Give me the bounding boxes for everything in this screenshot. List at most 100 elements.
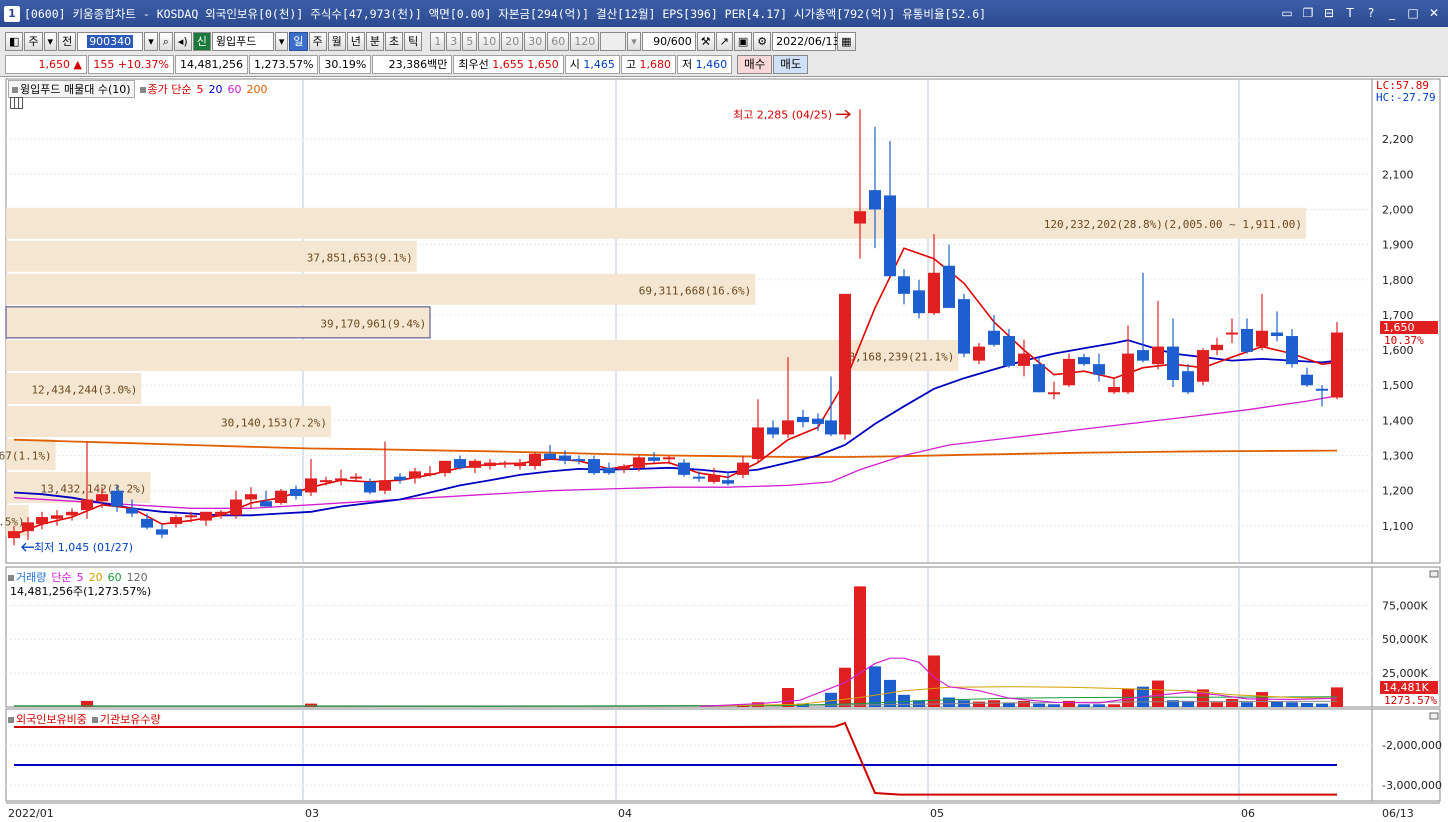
candle-body (22, 522, 34, 532)
save-icon[interactable]: ▣ (733, 31, 753, 51)
period-minute[interactable]: 분 (365, 31, 384, 51)
price-tick-label: 1,400 (1382, 414, 1414, 427)
ma5-legend: 5 (196, 82, 204, 96)
foreign-legend-item[interactable]: 외국인보유비중 (8, 711, 87, 727)
table-toggle-icon[interactable] (10, 97, 23, 109)
volume-bar (1018, 700, 1030, 707)
ma-legend[interactable]: 종가 단순 (139, 81, 192, 97)
period-week[interactable]: 주 (308, 31, 327, 51)
high-annotation: 최고 2,285 (04/25) (733, 108, 832, 121)
volume-bar (1108, 704, 1120, 707)
sell-button[interactable]: 매도 (773, 54, 809, 74)
close-icon[interactable]: ✕ (1426, 5, 1442, 21)
period-tick[interactable]: 틱 (404, 31, 423, 51)
volume-pct-tag: 1273.57% (1384, 694, 1437, 707)
text-icon[interactable]: T (1342, 5, 1358, 21)
interval-1[interactable]: 1 (430, 31, 446, 51)
profile-legend[interactable]: 윙입푸드 매물대 수(10) (8, 80, 135, 98)
volume-bar (839, 667, 851, 707)
candle-body (1063, 358, 1075, 386)
ma-legend-label: 종가 단순 (147, 83, 192, 96)
candle-body (973, 346, 985, 361)
institution-legend-item[interactable]: 기관보유수량 (91, 711, 161, 727)
price-tick-label: 1,300 (1382, 450, 1414, 463)
search-icon[interactable]: ⌕ (158, 31, 173, 51)
profile-legend-label: 윙입푸드 매물대 수(10) (20, 83, 131, 96)
candle-body (335, 478, 347, 481)
interval-120[interactable]: 120 (570, 31, 600, 51)
volume-bar (1003, 702, 1015, 707)
period-month[interactable]: 월 (327, 31, 346, 51)
candle-body (66, 511, 78, 516)
interval-20[interactable]: 20 (501, 31, 524, 51)
candle-type-icon[interactable]: ⚒ (696, 31, 715, 51)
price-tick-label: 2,100 (1382, 168, 1414, 181)
volume-bar (1271, 701, 1283, 707)
pane-collapse-icon (1429, 570, 1439, 578)
dropdown-arrow-icon[interactable]: ▾ (43, 31, 58, 51)
interval-60[interactable]: 60 (547, 31, 570, 51)
buy-button[interactable]: 매수 (737, 54, 773, 74)
candle-body (1241, 329, 1253, 352)
code-dropdown-icon[interactable]: ▾ (144, 31, 158, 51)
candle-body (424, 473, 436, 476)
window-icon[interactable]: ❐ (1300, 5, 1316, 21)
all-button[interactable]: 전 (58, 31, 77, 51)
interval-input[interactable] (600, 31, 627, 51)
quote-bar: 1,650 ▲ 155 +10.37% 14,481,256 1,273.57%… (0, 54, 1448, 74)
chart-area[interactable]: 1,100 1,200 1,300 1,400 1,500 1,600 1,700 1,800… (0, 76, 1448, 822)
candle-body (1301, 374, 1313, 386)
date-input[interactable]: 2022/06/13 (772, 31, 840, 51)
layout-icon[interactable]: ◧ (5, 31, 24, 51)
candle-body (320, 480, 332, 483)
count-input[interactable]: 90/600 (641, 31, 696, 51)
candle-body (603, 467, 615, 474)
candle-body (1167, 346, 1179, 380)
help-icon[interactable]: ? (1363, 5, 1379, 21)
maximize-icon[interactable]: □ (1405, 5, 1421, 21)
foreign-legend-label: 외국인보유비중 (16, 713, 87, 726)
candle-body (1108, 387, 1120, 393)
candle-body (484, 462, 496, 467)
period-second[interactable]: 초 (385, 31, 404, 51)
candle-body (469, 460, 481, 468)
trade-amount: 23,386백만 (372, 54, 453, 74)
volume-profile-label: 88,168,239(21.1%) (842, 350, 955, 363)
candle-body (245, 494, 257, 500)
best-label: 최우선 (458, 57, 489, 71)
tile-icon[interactable]: ⊟ (1321, 5, 1337, 21)
current-price: 1,650 ▲ (5, 54, 87, 74)
minimize-icon[interactable]: _ (1384, 5, 1400, 21)
legend-marker (8, 717, 14, 723)
period-day[interactable]: 일 (289, 31, 308, 51)
interval-30[interactable]: 30 (524, 31, 547, 51)
restore-icon[interactable]: ▭ (1279, 5, 1295, 21)
candle-body (958, 299, 970, 354)
interval-5[interactable]: 5 (462, 31, 478, 51)
last-price-tag: 1,650 (1380, 321, 1438, 334)
ma20-legend: 20 (208, 82, 223, 96)
holding-tick-label: -2,000,000 (1382, 739, 1442, 752)
calendar-icon[interactable]: ▦ (837, 31, 856, 51)
name-dropdown-icon[interactable]: ▾ (274, 31, 289, 51)
candle-body (126, 508, 138, 514)
draw-tool-icon[interactable]: ↗ (715, 31, 733, 51)
volume-profile-label: 4,618,567(1.1%) (0, 450, 52, 463)
candle-body (51, 515, 63, 519)
app-icon[interactable]: 1 (4, 5, 20, 22)
interval-dropdown-icon[interactable]: ▾ (627, 31, 641, 51)
speaker-icon[interactable]: ◂) (173, 31, 192, 51)
market-select[interactable]: 주 (24, 31, 43, 51)
interval-3[interactable]: 3 (446, 31, 462, 51)
volume-bar (1226, 698, 1238, 707)
stock-name-field[interactable]: 윙입푸드 (211, 31, 274, 51)
stock-code-input[interactable]: 900340 (77, 31, 144, 51)
candle-body (943, 265, 955, 308)
chart-canvas[interactable]: 1,1001,2001,3001,4001,5001,6001,7001,800… (0, 77, 1448, 822)
ma200-legend: 200 (246, 82, 268, 96)
period-year[interactable]: 년 (346, 31, 365, 51)
candle-body (1271, 332, 1283, 337)
candle-body (913, 290, 925, 314)
interval-10[interactable]: 10 (478, 31, 501, 51)
settings-gear-icon[interactable]: ⚙ (753, 31, 772, 51)
